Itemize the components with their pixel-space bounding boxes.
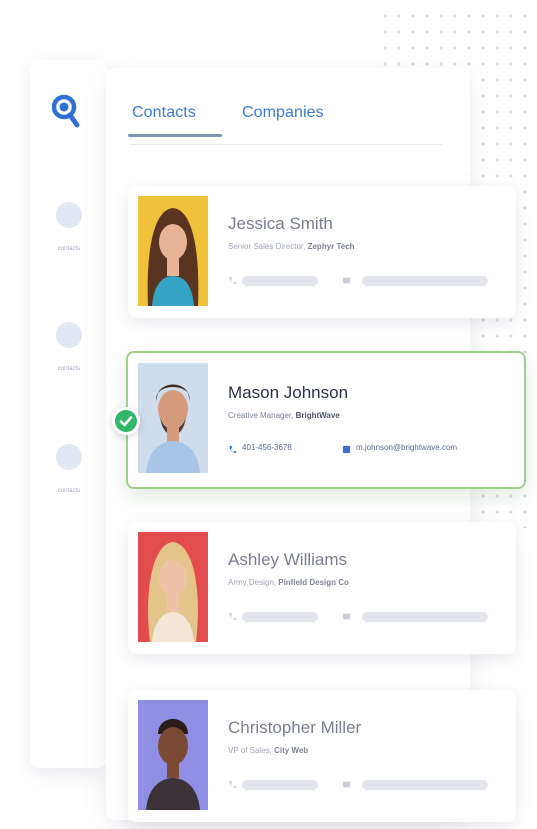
contact-card[interactable]: Ashley Williams Army Design, Pinfield De… xyxy=(128,522,516,654)
email-placeholder xyxy=(362,276,488,286)
contact-name: Mason Johnson xyxy=(228,383,349,402)
phone-placeholder xyxy=(242,612,318,622)
contact-title: Senior Sales Director, Zephyr Tech xyxy=(228,242,355,251)
contact-name: Jessica Smith xyxy=(228,214,333,233)
tab-divider xyxy=(130,144,442,145)
avatar xyxy=(138,196,208,306)
phone-icon xyxy=(229,612,237,621)
mail-icon xyxy=(342,445,351,454)
avatar xyxy=(138,700,208,810)
contact-card[interactable]: Jessica Smith Senior Sales Director, Zep… xyxy=(128,186,516,318)
contact-details-row xyxy=(228,778,498,792)
contact-card-selected[interactable]: Mason Johnson Creative Manager, BrightWa… xyxy=(126,351,526,489)
sidebar-item-2[interactable]: contacts xyxy=(30,322,108,372)
phone-icon xyxy=(229,445,237,454)
contact-details-row xyxy=(228,610,498,624)
phone-placeholder xyxy=(242,780,318,790)
contact-name: Christopher Miller xyxy=(228,718,362,737)
email-placeholder xyxy=(362,612,488,622)
contact-email[interactable]: m.johnson@brightwave.com xyxy=(356,443,457,452)
contact-details-row: 401-456-3678 m.johnson@brightwave.com xyxy=(228,443,498,457)
contact-title: Creative Manager, BrightWave xyxy=(228,411,340,420)
sidebar-item-3[interactable]: contacts xyxy=(30,444,108,494)
email-placeholder xyxy=(362,780,488,790)
sidebar-item-label: contacts xyxy=(57,246,81,252)
contact-details-row xyxy=(228,274,498,288)
tab-companies[interactable]: Companies xyxy=(242,104,324,132)
tab-contacts[interactable]: Contacts xyxy=(128,104,222,137)
contact-title: Army Design, Pinfield Design Co xyxy=(228,578,349,587)
contact-phone[interactable]: 401-456-3678 xyxy=(242,443,292,452)
sidebar-item-label: contacts xyxy=(57,488,81,494)
selected-check-icon xyxy=(112,407,140,435)
sidebar-item-icon xyxy=(56,444,82,470)
logo-search-icon xyxy=(51,94,80,135)
mail-icon xyxy=(342,277,351,284)
avatar xyxy=(138,532,208,642)
phone-icon xyxy=(229,780,237,789)
phone-placeholder xyxy=(242,276,318,286)
mail-icon xyxy=(342,781,351,788)
contact-title: VP of Sales, City Web xyxy=(228,746,309,755)
sidebar-item-label: contacts xyxy=(57,366,81,372)
sidebar-item-icon xyxy=(56,202,82,228)
avatar xyxy=(138,363,208,473)
phone-icon xyxy=(229,276,237,285)
tab-bar: Contacts Companies xyxy=(128,104,324,137)
sidebar-item-icon xyxy=(56,322,82,348)
sidebar-item-1[interactable]: contacts xyxy=(30,202,108,252)
mail-icon xyxy=(342,613,351,620)
contact-card[interactable]: Christopher Miller VP of Sales, City Web xyxy=(128,690,516,822)
sidebar: contacts contacts contacts xyxy=(30,60,108,768)
contact-name: Ashley Williams xyxy=(228,550,348,569)
